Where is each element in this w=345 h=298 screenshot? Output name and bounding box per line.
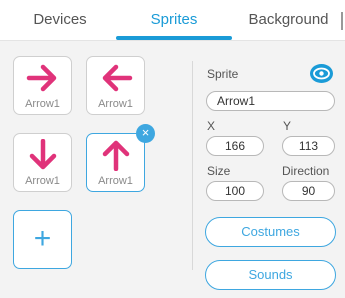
visibility-toggle[interactable] bbox=[310, 64, 333, 83]
x-label: X bbox=[207, 119, 216, 133]
remove-sprite-button[interactable]: × bbox=[136, 124, 155, 143]
sprite-card[interactable]: Arrow1 bbox=[86, 56, 145, 115]
y-input[interactable]: 113 bbox=[282, 136, 335, 156]
x-input[interactable]: 166 bbox=[206, 136, 264, 156]
arrow-down-icon bbox=[29, 139, 57, 170]
arrow-up-icon bbox=[102, 140, 130, 171]
y-label: Y bbox=[283, 119, 292, 133]
arrow-left-icon bbox=[102, 64, 133, 92]
plus-icon: + bbox=[33, 222, 52, 255]
sprite-card[interactable]: Arrow1 bbox=[13, 133, 72, 192]
add-sprite-button[interactable]: + bbox=[13, 210, 72, 269]
sprite-name: Arrow1 bbox=[98, 175, 133, 187]
tab-bar: Devices Sprites Background bbox=[0, 0, 345, 40]
sprite-name-input[interactable]: Arrow1 bbox=[206, 91, 335, 111]
sprite-name: Arrow1 bbox=[25, 175, 60, 187]
sprite-name: Arrow1 bbox=[98, 98, 133, 110]
tab-devices[interactable]: Devices bbox=[0, 0, 120, 40]
costumes-button[interactable]: Costumes bbox=[205, 217, 336, 247]
eye-icon bbox=[313, 67, 330, 80]
arrow-right-icon bbox=[26, 64, 57, 92]
sounds-button[interactable]: Sounds bbox=[205, 260, 336, 290]
size-label: Size bbox=[207, 164, 231, 178]
size-input[interactable]: 100 bbox=[206, 181, 264, 201]
sprite-name: Arrow1 bbox=[25, 98, 60, 110]
panel-divider bbox=[192, 61, 193, 270]
sprite-card-selected[interactable]: Arrow1 bbox=[86, 133, 145, 192]
direction-label: Direction bbox=[282, 164, 330, 178]
tab-overflow-edge bbox=[341, 12, 343, 30]
tab-background[interactable]: Background bbox=[232, 0, 345, 40]
direction-input[interactable]: 90 bbox=[282, 181, 335, 201]
sprite-label: Sprite bbox=[207, 67, 239, 81]
tab-sprites[interactable]: Sprites bbox=[116, 0, 232, 40]
sprite-card[interactable]: Arrow1 bbox=[13, 56, 72, 115]
